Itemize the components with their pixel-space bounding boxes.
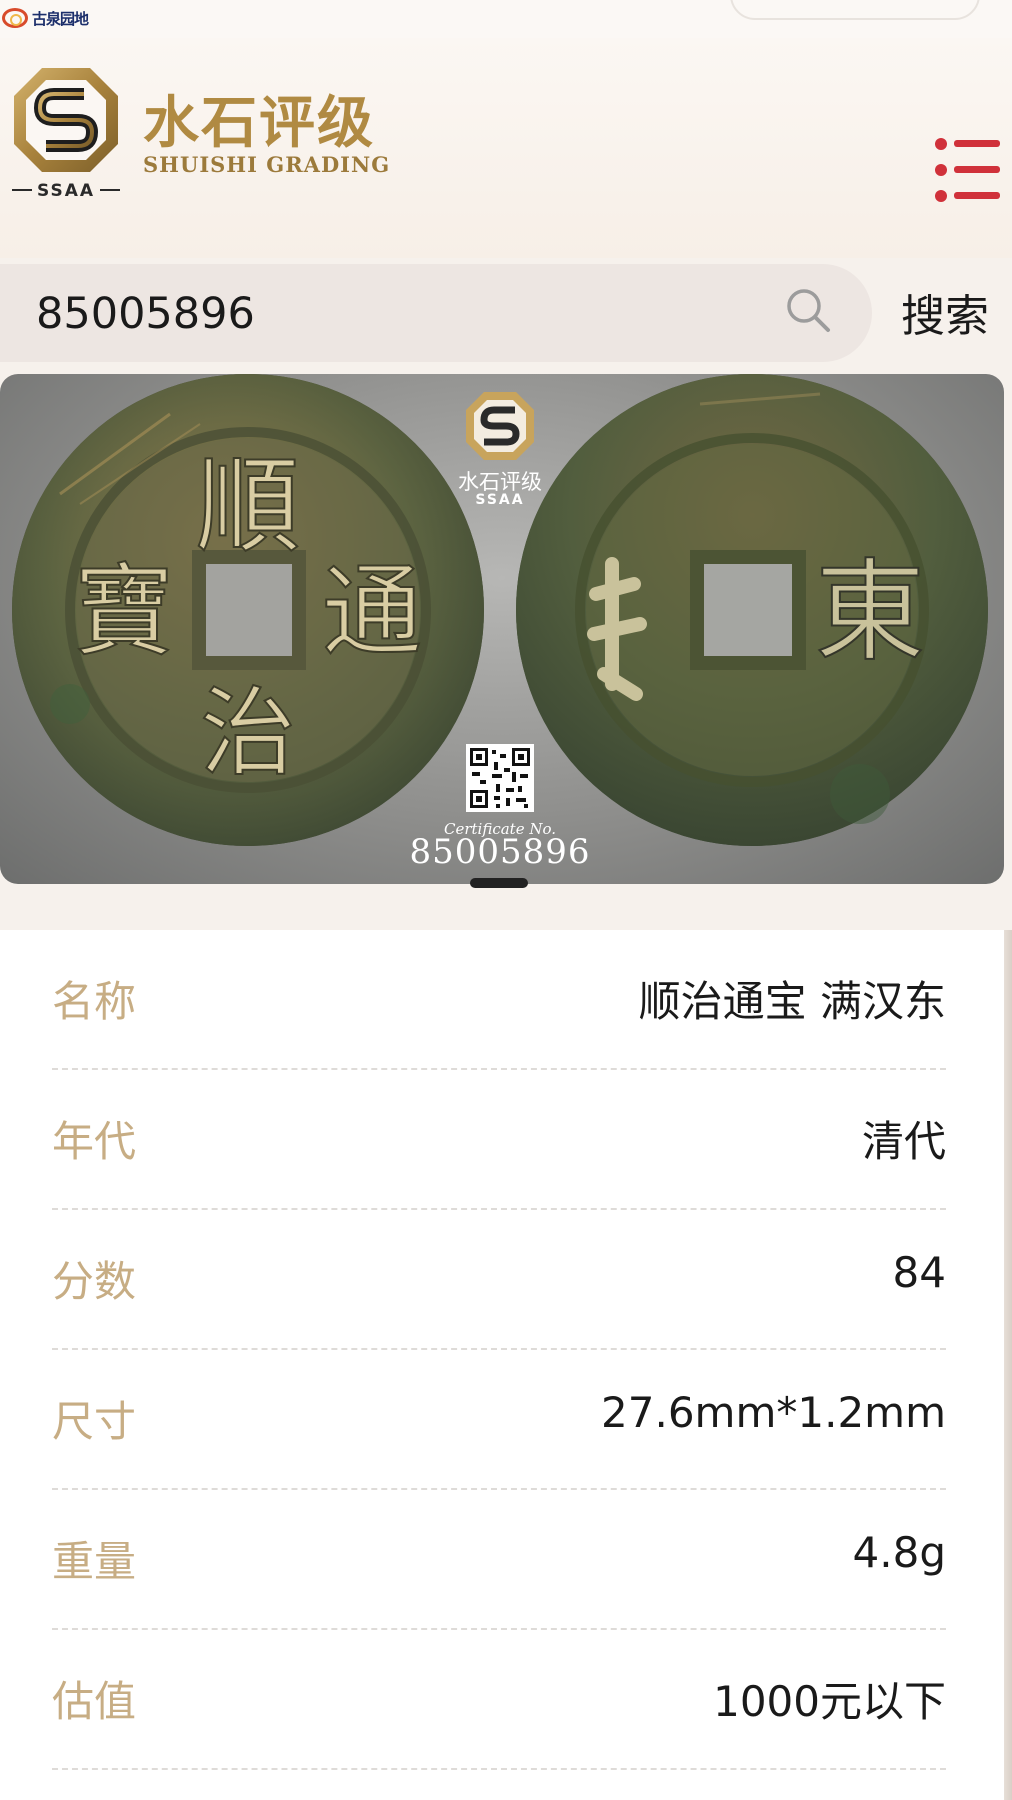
detail-label: 年代 [52,1117,137,1166]
detail-label: 分数 [52,1257,137,1306]
detail-value: 1000元以下 [713,1677,946,1726]
obverse-char-bottom: 治 [200,677,296,789]
detail-row-valuation: 估值 1000元以下 [52,1630,946,1770]
detail-row-score: 分数 84 [52,1210,946,1350]
panel-ssaa-logo-icon [466,392,534,460]
panel-logo-en: SSAA [475,492,525,508]
detail-label: 尺寸 [52,1397,137,1446]
coin-obverse: 順 治 通 寶 [12,374,484,846]
brand-name-cn: 水石评级 [143,90,375,156]
detail-label: 估值 [52,1677,137,1726]
top-pill [730,0,980,20]
watermark-text: 古泉园地 [32,9,89,28]
detail-label: 重量 [52,1537,137,1586]
coin-reverse: 東 [516,374,988,846]
coin-photo: 順 治 通 寶 東 [12,374,988,846]
search-button[interactable]: 搜索 [890,280,1000,344]
watermark: 古泉园地 [2,4,89,32]
watermark-logo-icon [2,8,28,28]
carousel-indicator[interactable] [470,878,528,888]
reverse-char-right: 東 [815,548,925,676]
obverse-char-right: 通 [322,553,422,670]
obverse-char-top: 順 [196,445,300,567]
detail-row-era: 年代 清代 [52,1070,946,1210]
detail-value: 清代 [861,1117,946,1166]
detail-label: 名称 [52,977,137,1026]
detail-row-name: 名称 顺治通宝 满汉东 [52,930,946,1070]
detail-card: 名称 顺治通宝 满汉东 年代 清代 分数 84 尺寸 27.6mm*1.2mm … [0,930,1004,1800]
brand-abbr: SSAA [37,181,95,200]
search-bar [0,264,872,362]
site-header: SSAA 水石评级 SHUISHI GRADING [0,38,1012,258]
detail-value: 27.6mm*1.2mm [601,1388,946,1437]
search-input[interactable] [36,286,736,342]
ssaa-logo-icon: SSAA [12,68,120,200]
detail-value: 84 [892,1248,946,1297]
detail-value: 4.8g [852,1528,946,1577]
detail-row-size: 尺寸 27.6mm*1.2mm [52,1350,946,1490]
brand-name-en: SHUISHI GRADING [143,152,391,177]
obverse-char-left: 寶 [74,553,174,670]
detail-row-weight: 重量 4.8g [52,1490,946,1630]
detail-value: 顺治通宝 满汉东 [638,977,946,1026]
certificate-number: 85005896 [409,832,591,872]
coin-image: 順 治 通 寶 東 [0,374,1004,884]
search-icon[interactable] [784,286,832,334]
list-menu-icon[interactable] [934,138,1002,202]
page-edge [1004,930,1012,1800]
qr-code [466,744,534,812]
